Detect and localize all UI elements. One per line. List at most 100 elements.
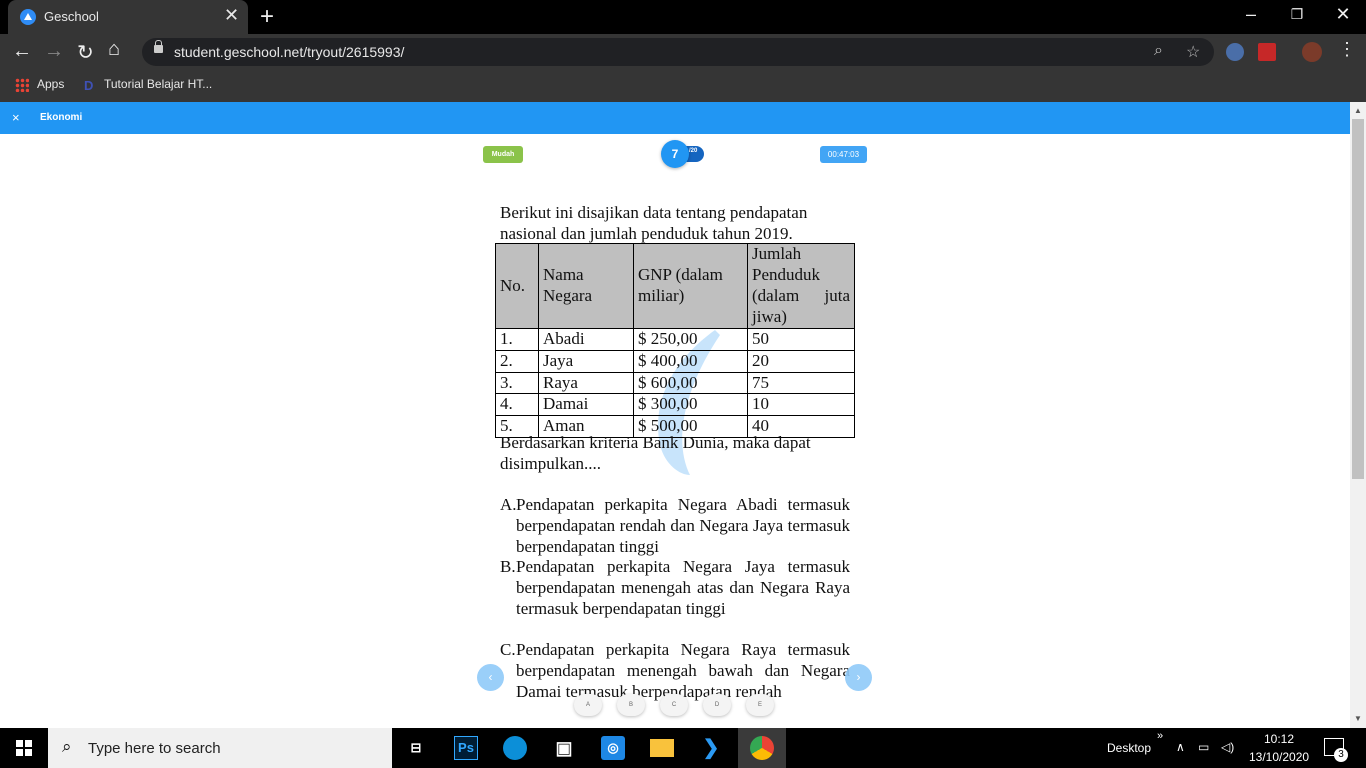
reload-icon[interactable]: ↻ xyxy=(77,40,94,65)
windows-start-icon[interactable] xyxy=(16,740,32,756)
toolbar-overflow-icon[interactable]: » xyxy=(1157,730,1163,742)
chrome-menu-icon[interactable]: ⋮ xyxy=(1338,39,1356,60)
clock-date[interactable]: 13/10/2020 xyxy=(1249,750,1309,764)
bookmark-site-icon: D xyxy=(84,78,94,93)
window-close-icon[interactable]: ✕ xyxy=(1320,4,1366,25)
home-icon[interactable]: ⌂ xyxy=(108,38,120,61)
forward-icon[interactable]: → xyxy=(44,40,64,63)
cell-gnp: $ 600,00 xyxy=(633,371,748,395)
question-prompt: Berdasarkan kriteria Bank Dunia, maka da… xyxy=(500,433,811,473)
browser-tab-strip: Geschool ✕ + – ❐ ✕ xyxy=(0,0,1366,34)
answer-button-d[interactable]: D xyxy=(703,694,731,716)
url-text[interactable]: student.geschool.net/tryout/2615993/ xyxy=(174,44,404,60)
extension-download-icon[interactable] xyxy=(1226,43,1244,61)
data-table: No. Nama Negara GNP (dalam miliar) Jumla… xyxy=(495,243,855,438)
cell-population: 75 xyxy=(747,371,855,395)
cell-country: Abadi xyxy=(538,328,634,351)
edge-icon[interactable] xyxy=(503,736,527,760)
browser-tab[interactable]: Geschool ✕ xyxy=(8,0,248,34)
option-letter: A. xyxy=(500,495,517,514)
vscode-icon[interactable]: ❯ xyxy=(699,736,723,760)
notification-count: 3 xyxy=(1334,748,1348,762)
store-icon[interactable]: ▣ xyxy=(552,736,576,760)
bookmark-star-icon[interactable]: ☆ xyxy=(1186,42,1200,62)
windows-taskbar: ⌕ Type here to search ⊟ Ps ▣ ◎ ❯ Desktop… xyxy=(0,728,1366,768)
search-placeholder: Type here to search xyxy=(88,740,221,757)
zoom-icon[interactable]: ⌕ xyxy=(1154,42,1163,60)
geschool-favicon-icon xyxy=(20,9,36,25)
subject-title: Ekonomi xyxy=(40,112,83,123)
bookmarks-bar: Apps D Tutorial Belajar HT... xyxy=(0,70,1366,102)
battery-icon[interactable]: ▭ xyxy=(1198,740,1209,754)
close-exam-icon[interactable]: × xyxy=(12,110,20,125)
cell-no: 2. xyxy=(495,349,539,373)
apps-grid-icon[interactable] xyxy=(15,78,29,92)
table-row: 1. Abadi $ 250,00 50 xyxy=(495,328,855,351)
answer-button-b[interactable]: B xyxy=(617,694,645,716)
table-row: 4. Damai $ 300,00 10 xyxy=(495,393,855,417)
table-row: 2. Jaya $ 400,00 20 xyxy=(495,349,855,373)
cell-population: 10 xyxy=(747,393,855,417)
option-text: Pendapatan perkapita Negara Raya termasu… xyxy=(516,640,850,701)
address-bar[interactable]: student.geschool.net/tryout/2615993/ ⌕ ☆ xyxy=(142,38,1214,66)
desktop-toolbar-label[interactable]: Desktop xyxy=(1107,741,1151,755)
search-icon: ⌕ xyxy=(62,737,72,756)
question-number: 7 xyxy=(661,140,689,168)
bookmark-tutorial[interactable]: Tutorial Belajar HT... xyxy=(104,77,212,91)
extension-pdf-icon[interactable] xyxy=(1258,43,1276,61)
header-gnp: GNP (dalam miliar) xyxy=(633,243,748,329)
scroll-down-icon[interactable]: ▼ xyxy=(1354,714,1362,723)
answer-button-a[interactable]: A xyxy=(574,694,602,716)
chrome-icon[interactable] xyxy=(750,736,774,760)
cell-gnp: $ 300,00 xyxy=(633,393,748,417)
minimize-icon[interactable]: – xyxy=(1228,4,1274,25)
browser-toolbar: ← → ↻ ⌂ student.geschool.net/tryout/2615… xyxy=(0,34,1366,70)
volume-icon[interactable]: ◁) xyxy=(1221,740,1234,754)
cell-country: Jaya xyxy=(538,349,634,373)
option-letter: B. xyxy=(500,557,516,576)
cell-country: Damai xyxy=(538,393,634,417)
tab-title: Geschool xyxy=(44,9,99,24)
tray-chevron-icon[interactable]: ∧ xyxy=(1176,740,1185,754)
profile-avatar-icon[interactable] xyxy=(1302,42,1322,62)
task-view-icon[interactable]: ⊟ xyxy=(404,736,428,760)
question-intro: Berikut ini disajikan data tentang penda… xyxy=(500,203,808,243)
header-population: Jumlah Penduduk (dalam juta jiwa) xyxy=(747,243,855,329)
tab-close-icon[interactable]: ✕ xyxy=(224,5,239,26)
cell-population: 50 xyxy=(747,328,855,351)
cell-country: Raya xyxy=(538,371,634,395)
table-header-row: No. Nama Negara GNP (dalam miliar) Jumla… xyxy=(495,243,855,329)
file-explorer-icon[interactable] xyxy=(650,739,674,757)
taskbar-search-box[interactable]: ⌕ Type here to search xyxy=(48,728,392,768)
option-letter: C. xyxy=(500,640,516,659)
app-header-bar: × Ekonomi xyxy=(0,102,1350,134)
back-icon[interactable]: ← xyxy=(12,40,32,63)
cell-population: 20 xyxy=(747,349,855,373)
restore-icon[interactable]: ❐ xyxy=(1274,6,1320,23)
timer-badge: 00:47:03 xyxy=(820,146,867,163)
next-question-button[interactable]: › xyxy=(845,664,872,691)
page-scrollbar[interactable]: ▲ ▼ xyxy=(1350,102,1366,728)
photoshop-icon[interactable]: Ps xyxy=(454,736,478,760)
header-country: Nama Negara xyxy=(538,243,634,329)
option-text: Pendapatan perkapita Negara Abadi termas… xyxy=(516,495,850,556)
cell-gnp: $ 250,00 xyxy=(633,328,748,351)
difficulty-badge: Mudah xyxy=(483,146,523,163)
option-text: Pendapatan perkapita Negara Jaya termasu… xyxy=(516,557,850,618)
question-total: /20 xyxy=(689,148,698,154)
lock-icon xyxy=(154,40,163,53)
bookmark-apps[interactable]: Apps xyxy=(37,77,64,91)
cell-no: 4. xyxy=(495,393,539,417)
answer-button-e[interactable]: E xyxy=(746,694,774,716)
answer-button-c[interactable]: C xyxy=(660,694,688,716)
clock-time[interactable]: 10:12 xyxy=(1264,732,1294,746)
cell-gnp: $ 400,00 xyxy=(633,349,748,373)
new-tab-icon[interactable]: + xyxy=(260,3,274,31)
previous-question-button[interactable]: ‹ xyxy=(477,664,504,691)
scroll-thumb[interactable] xyxy=(1352,119,1364,479)
instagram-icon[interactable]: ◎ xyxy=(601,736,625,760)
table-row: 3. Raya $ 600,00 75 xyxy=(495,371,855,395)
header-no: No. xyxy=(495,243,539,329)
cell-no: 3. xyxy=(495,371,539,395)
scroll-up-icon[interactable]: ▲ xyxy=(1354,106,1362,115)
